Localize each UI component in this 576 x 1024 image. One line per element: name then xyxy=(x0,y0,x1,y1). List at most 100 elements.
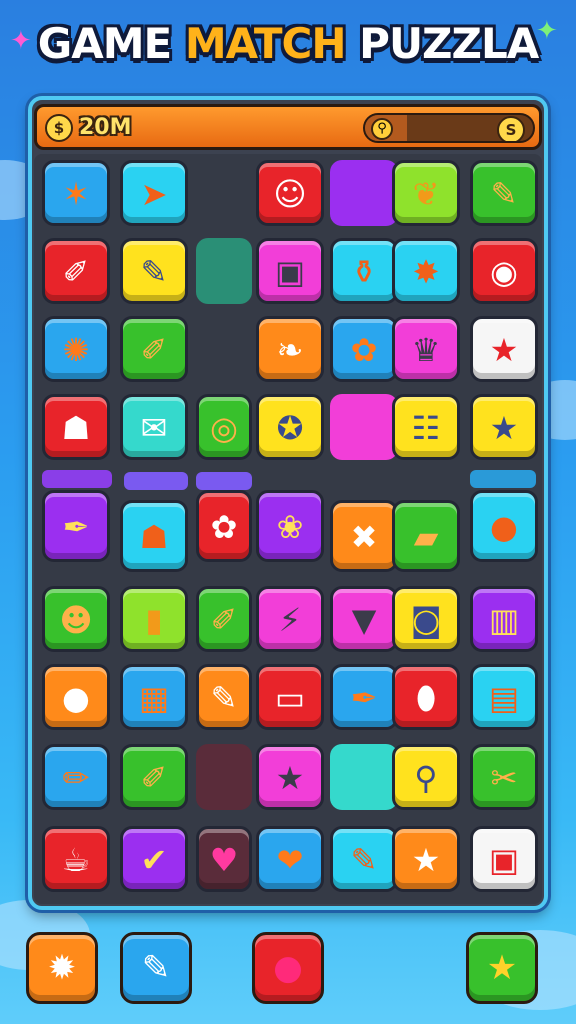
hud-bar: $ 20M ⚲ S xyxy=(34,104,542,150)
tile-r1-c2[interactable]: ➤ xyxy=(120,160,188,226)
flower-icon: ✿ xyxy=(350,331,378,369)
title-word-game: GAME xyxy=(37,19,172,68)
tile-r9-c4[interactable]: ❤ xyxy=(256,826,324,892)
tile-r7-c1[interactable]: ● xyxy=(42,664,110,730)
tile-r1-c5[interactable] xyxy=(330,160,398,226)
tile-r6-c2[interactable]: ▮ xyxy=(120,586,188,652)
tile-r2-c2[interactable]: ✎ xyxy=(120,238,188,304)
leaf-icon: ● xyxy=(62,679,90,717)
tile-r2-c7[interactable]: ◉ xyxy=(470,238,538,304)
gear-button[interactable]: ✹ xyxy=(26,932,98,1004)
tile-r1-c1[interactable]: ✶ xyxy=(42,160,110,226)
tile-r4-c4[interactable]: ✪ xyxy=(256,394,324,460)
tile-r9-c6[interactable]: ★ xyxy=(392,826,460,892)
tile-r8-c6[interactable]: ⚲ xyxy=(392,744,460,810)
tile-r5-c2[interactable]: ☗ xyxy=(120,500,188,572)
paper-plane-icon: ➤ xyxy=(140,175,168,213)
tile-r4-c2[interactable]: ✉ xyxy=(120,394,188,460)
tile-r7-c7[interactable]: ▤ xyxy=(470,664,538,730)
bulb-icon: ✿ xyxy=(210,508,238,546)
brush-icon: ✐ xyxy=(62,253,90,291)
tile-r2-c4[interactable]: ▣ xyxy=(256,238,324,304)
tile-r6-c3[interactable]: ✐ xyxy=(196,586,252,652)
tile-r7-c2[interactable]: ▦ xyxy=(120,664,188,730)
tile-shadow-strip xyxy=(42,470,112,488)
tile-r7-c6[interactable]: ⬮ xyxy=(392,664,460,730)
star-icon: ★ xyxy=(411,841,441,879)
tile-r3-c4[interactable]: ❧ xyxy=(256,316,324,382)
tile-r3-c6[interactable]: ♛ xyxy=(392,316,460,382)
star-icon: ★ xyxy=(489,331,519,369)
tile-r9-c2[interactable]: ✔ xyxy=(120,826,188,892)
envelope-icon: ✉ xyxy=(140,409,168,447)
pencil-button[interactable]: ✎ xyxy=(120,932,192,1004)
tile-r1-c4[interactable]: ☺ xyxy=(256,160,324,226)
tile-r1-c7[interactable]: ✎ xyxy=(470,160,538,226)
tile-r5-c4[interactable]: ❀ xyxy=(256,490,324,562)
tile-r5-c1[interactable]: ✒ xyxy=(42,490,110,562)
tile-r3-c2[interactable]: ✐ xyxy=(120,316,188,382)
tile-r2-c3[interactable] xyxy=(196,238,252,304)
tile-r4-c6[interactable]: ☷ xyxy=(392,394,460,460)
tile-r6-c6[interactable]: ◙ xyxy=(392,586,460,652)
tile-r8-c3[interactable] xyxy=(196,744,252,810)
tile-r1-c6[interactable]: ❦ xyxy=(392,160,460,226)
star-icon: ★ xyxy=(275,759,305,797)
shield-icon: ⚡ xyxy=(278,601,302,639)
tile-r7-c4[interactable]: ▭ xyxy=(256,664,324,730)
eraser-icon: ▭ xyxy=(274,679,306,717)
pencil-icon: ✎ xyxy=(350,841,378,879)
tile-r5-c7[interactable]: ● xyxy=(470,490,538,562)
tile-r8-c2[interactable]: ✐ xyxy=(120,744,188,810)
berry-button[interactable]: ● xyxy=(252,932,324,1004)
tile-r5-c3[interactable]: ✿ xyxy=(196,490,252,562)
tile-r4-c3[interactable]: ◎ xyxy=(196,394,252,460)
score-label: 20M xyxy=(79,115,132,140)
tile-r8-c1[interactable]: ✏ xyxy=(42,744,110,810)
lips-icon: ◉ xyxy=(490,253,518,291)
tile-r3-c7[interactable]: ★ xyxy=(470,316,538,382)
check-icon: ✔ xyxy=(140,841,168,879)
gift-icon: ✂ xyxy=(490,759,518,797)
bottle-icon: ⚱ xyxy=(350,253,378,291)
tile-r5-c6[interactable]: ▰ xyxy=(392,500,460,572)
tile-r4-c7[interactable]: ★ xyxy=(470,394,538,460)
flower-icon: ❀ xyxy=(276,508,304,546)
tile-r3-c5[interactable]: ✿ xyxy=(330,316,398,382)
tile-r2-c5[interactable]: ⚱ xyxy=(330,238,398,304)
sun-icon: ✺ xyxy=(62,331,90,369)
tile-r8-c4[interactable]: ★ xyxy=(256,744,324,810)
starfish-icon: ✶ xyxy=(62,175,90,213)
box-icon: ▦ xyxy=(138,679,170,717)
tile-r5-c5[interactable]: ✖ xyxy=(330,500,398,572)
tile-r9-c1[interactable]: ☕ xyxy=(42,826,110,892)
tile-r7-c5[interactable]: ✒ xyxy=(330,664,398,730)
level-progress-bar: ⚲ S xyxy=(363,113,535,143)
tile-r9-c5[interactable]: ✎ xyxy=(330,826,398,892)
jar-icon: ▮ xyxy=(145,601,163,639)
tile-shadow-strip xyxy=(124,472,188,490)
star-icon: ★ xyxy=(486,948,518,988)
tile-r2-c1[interactable]: ✐ xyxy=(42,238,110,304)
tile-r9-c7[interactable]: ▣ xyxy=(470,826,538,892)
tile-r8-c7[interactable]: ✂ xyxy=(470,744,538,810)
crown-icon: ♛ xyxy=(411,331,441,369)
title-word-puzzla: PUZZLA xyxy=(359,19,539,68)
pencil-icon: ✎ xyxy=(490,175,518,213)
tile-r3-c1[interactable]: ✺ xyxy=(42,316,110,382)
tile-r2-c6[interactable]: ✸ xyxy=(392,238,460,304)
tile-r4-c5[interactable] xyxy=(330,394,398,460)
bag-icon: ☗ xyxy=(139,518,169,556)
tile-r6-c5[interactable]: ▼ xyxy=(330,586,398,652)
tile-r7-c3[interactable]: ✎ xyxy=(196,664,252,730)
tile-r6-c7[interactable]: ▥ xyxy=(470,586,538,652)
star-button[interactable]: ★ xyxy=(466,932,538,1004)
tile-r6-c1[interactable]: ☻ xyxy=(42,586,110,652)
jar-icon: ▣ xyxy=(488,841,520,879)
tile-r9-c3[interactable]: ♥ xyxy=(196,826,252,892)
tile-r4-c1[interactable]: ☗ xyxy=(42,394,110,460)
cross-icon: ✖ xyxy=(350,518,378,556)
tile-r8-c5[interactable] xyxy=(330,744,398,810)
tile-r6-c4[interactable]: ⚡ xyxy=(256,586,324,652)
radio-icon: ☷ xyxy=(411,409,441,447)
